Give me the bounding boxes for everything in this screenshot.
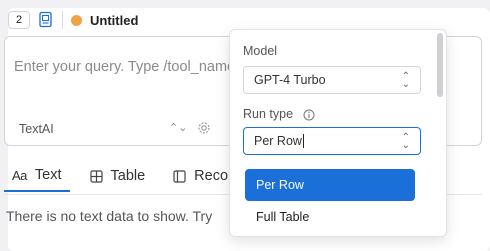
tab-label: Reco xyxy=(194,168,229,184)
count-badge[interactable]: 2 xyxy=(8,11,30,29)
tab-text[interactable]: Aa Text xyxy=(4,160,70,192)
document-icon[interactable] xyxy=(38,11,54,29)
option-per-row[interactable]: Per Row xyxy=(245,169,415,201)
model-dropdown-value: GPT-4 Turbo xyxy=(254,73,326,87)
model-label: Model xyxy=(243,44,278,58)
run-type-dropdown[interactable]: Per Row ⌃ ⌄ xyxy=(243,127,421,155)
view-tabs: Aa Text Table Reco xyxy=(4,160,236,194)
run-type-label: Run type xyxy=(243,107,315,121)
divider xyxy=(62,11,63,29)
tab-table[interactable]: Table xyxy=(82,160,154,192)
status-dot xyxy=(71,14,82,26)
text-caret xyxy=(302,134,304,148)
empty-state-message: There is no text data to show. Try xyxy=(6,208,213,224)
document-header: 2 Untitled xyxy=(8,10,138,30)
chevron-updown-icon[interactable]: ⌃⌄ xyxy=(169,121,187,134)
model-select[interactable]: TextAI xyxy=(19,122,54,136)
tab-records[interactable]: Reco xyxy=(165,160,236,192)
info-icon[interactable] xyxy=(303,109,315,121)
settings-icon[interactable] xyxy=(197,121,211,135)
run-type-label-text: Run type xyxy=(243,107,294,121)
option-full-table[interactable]: Full Table xyxy=(245,201,415,233)
table-icon xyxy=(89,169,103,183)
tab-label: Text xyxy=(34,167,62,183)
text-icon: Aa xyxy=(12,167,27,183)
tab-label: Table xyxy=(110,168,146,184)
run-type-options: Per Row Full Table xyxy=(245,165,419,233)
model-dropdown[interactable]: GPT-4 Turbo ⌃ ⌄ xyxy=(243,66,421,94)
run-type-dropdown-value: Per Row xyxy=(254,134,302,148)
scrollbar-thumb[interactable] xyxy=(437,33,443,97)
query-placeholder: Enter your query. Type /tool_name xyxy=(14,59,236,75)
record-icon xyxy=(173,169,186,183)
chevron-updown-icon: ⌃ ⌄ xyxy=(401,132,410,151)
document-title[interactable]: Untitled xyxy=(90,13,138,28)
chevron-updown-icon: ⌃ ⌄ xyxy=(401,71,410,90)
